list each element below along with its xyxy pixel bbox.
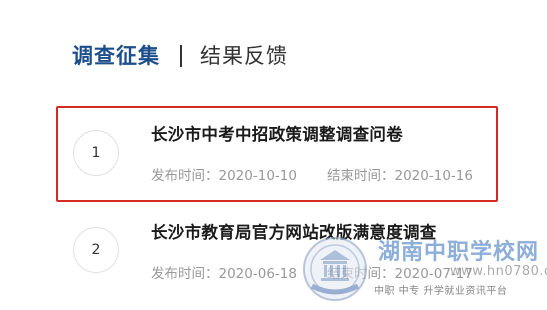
publish-date: 2020-10-10 bbox=[218, 168, 297, 184]
publish-time-label: 发布时间： bbox=[151, 266, 219, 282]
survey-end-time: 结束时间：2020-10-16 bbox=[327, 164, 473, 184]
watermark-slogan: 中职 中专 升学就业资讯平台 bbox=[374, 286, 508, 297]
publish-date: 2020-06-18 bbox=[218, 266, 297, 282]
end-time-label: 结束时间： bbox=[327, 266, 395, 282]
survey-tabs: 调查征集 结果反馈 bbox=[72, 40, 288, 72]
survey-title-link[interactable]: 长沙市中考中招政策调整调查问卷 bbox=[151, 121, 403, 145]
survey-publish-time: 发布时间：2020-06-18 bbox=[151, 262, 297, 282]
end-date: 2020-10-16 bbox=[394, 168, 473, 184]
tab-survey-collection[interactable]: 调查征集 bbox=[72, 40, 160, 72]
survey-title-link[interactable]: 长沙市教育局官方网站改版满意度调查 bbox=[151, 219, 437, 243]
survey-number-badge: 2 bbox=[73, 227, 119, 273]
survey-end-time: 结束时间：2020-07-17 bbox=[327, 262, 473, 282]
survey-panel: 调查征集 结果反馈 1 长沙市中考中招政策调整调查问卷 发布时间：2020-10… bbox=[0, 0, 547, 310]
end-time-label: 结束时间： bbox=[327, 168, 395, 184]
survey-number-badge: 1 bbox=[73, 130, 119, 176]
tab-divider bbox=[180, 45, 182, 67]
end-date: 2020-07-17 bbox=[394, 266, 473, 282]
publish-time-label: 发布时间： bbox=[151, 168, 219, 184]
tab-result-feedback[interactable]: 结果反馈 bbox=[200, 40, 288, 72]
survey-publish-time: 发布时间：2020-10-10 bbox=[151, 164, 297, 184]
